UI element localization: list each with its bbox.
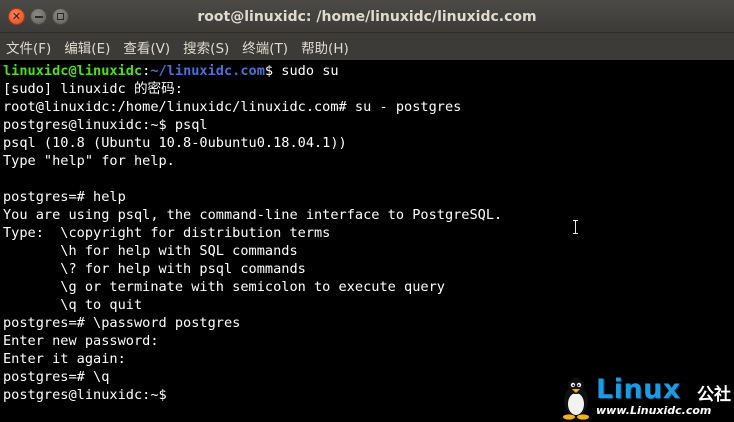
tux-penguin-icon: [563, 378, 589, 420]
menu-bar: 文件(F) 编辑(E) 查看(V) 搜索(S) 终端(T) 帮助(H): [0, 33, 734, 60]
menu-search[interactable]: 搜索(S): [183, 37, 229, 57]
terminal-line: \g or terminate with semicolon to execut…: [3, 279, 445, 295]
watermark-url: www.Linuxidc.com: [596, 404, 712, 417]
prompt-command: $ sudo su: [264, 63, 339, 79]
menu-file[interactable]: 文件(F): [6, 37, 51, 57]
text-cursor-icon: [573, 220, 579, 234]
watermark-brand: Linux: [596, 374, 681, 405]
terminal-line: Type "help" for help.: [3, 153, 175, 169]
terminal-line: [sudo] linuxidc 的密码:: [3, 81, 183, 97]
terminal-window: ✕ root@linuxidc: /home/linuxidc/linuxidc…: [0, 0, 734, 422]
terminal-line-prompt: linuxidc@linuxidc:~/linuxidc.com$ sudo s…: [3, 62, 734, 80]
title-bar[interactable]: ✕ root@linuxidc: /home/linuxidc/linuxidc…: [0, 0, 734, 33]
menu-edit[interactable]: 编辑(E): [64, 37, 110, 57]
terminal-line: Enter new password:: [3, 333, 159, 349]
menu-view[interactable]: 查看(V): [123, 37, 170, 57]
terminal-line: Enter it again:: [3, 351, 126, 367]
prompt-path: ~/linuxidc.com: [150, 63, 265, 79]
terminal-line: Type: \copyright for distribution terms: [3, 225, 331, 241]
prompt-user: linuxidc@linuxidc: [3, 63, 143, 79]
watermark-logo: Linux 公社 www.Linuxidc.com: [556, 374, 732, 420]
terminal-line: \? for help with psql commands: [3, 261, 306, 277]
terminal-line: \h for help with SQL commands: [3, 243, 298, 259]
menu-help[interactable]: 帮助(H): [301, 37, 349, 57]
terminal-line: postgres=# \password postgres: [3, 315, 241, 331]
terminal-line: root@linuxidc:/home/linuxidc/linuxidc.co…: [3, 99, 462, 115]
terminal-line: psql (10.8 (Ubuntu 10.8-0ubuntu0.18.04.1…: [3, 135, 347, 151]
window-title: root@linuxidc: /home/linuxidc/linuxidc.c…: [197, 8, 537, 25]
menu-terminal[interactable]: 终端(T): [242, 37, 288, 57]
terminal-line: You are using psql, the command-line int…: [3, 207, 503, 223]
terminal-line: postgres=# help: [3, 189, 126, 205]
terminal-line: postgres@linuxidc:~$ psql: [3, 117, 208, 133]
terminal-line: \q to quit: [3, 297, 143, 313]
watermark-suffix: 公社: [697, 385, 731, 405]
terminal-output[interactable]: linuxidc@linuxidc:~/linuxidc.com$ sudo s…: [0, 60, 734, 422]
